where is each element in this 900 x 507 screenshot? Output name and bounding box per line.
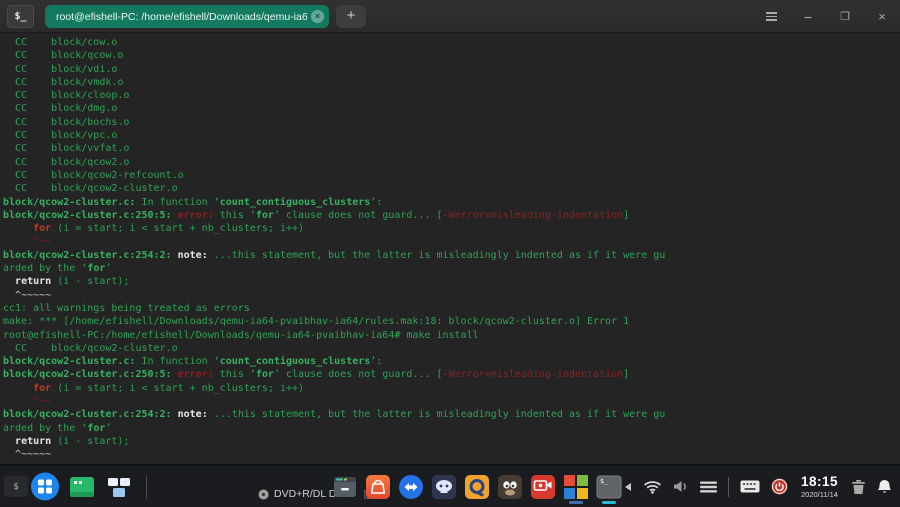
editor-icon[interactable] — [462, 470, 492, 504]
clock[interactable]: 18:15 2020/11/14 — [801, 475, 838, 498]
clock-date: 2020/11/14 — [801, 491, 838, 499]
terminal-line: make: *** [/home/efishell/Downloads/qemu… — [3, 315, 900, 328]
tray-separator — [728, 477, 729, 497]
file-manager-icon[interactable] — [330, 470, 360, 504]
maximize-icon[interactable]: ❐ — [837, 10, 853, 23]
terminal-line: ^~~~~~ — [3, 289, 900, 302]
terminal-line: block/qcow2-cluster.c:254:2: note: ...th… — [3, 408, 900, 421]
terminal-line: for (i = start; i < start + nb_clusters;… — [3, 382, 900, 395]
terminal-line: ^~~ — [3, 395, 900, 408]
power-indicator-icon[interactable] — [771, 478, 788, 495]
system-monitor-icon[interactable] — [67, 470, 97, 504]
dock-left-group — [30, 466, 152, 507]
terminal-line: CC block/qcow.o — [3, 49, 900, 62]
terminal-line: cc1: all warnings being treated as error… — [3, 302, 900, 315]
dock-app-group: $_ — [330, 466, 624, 507]
terminal-line: CC block/qcow2-cluster.o — [3, 342, 900, 355]
terminal-line: CC block/qcow2.o — [3, 156, 900, 169]
terminal-line: CC block/bochs.o — [3, 116, 900, 129]
terminal-line: for (i = start; i < start + nb_clusters;… — [3, 222, 900, 235]
terminal-line: CC block/vpc.o — [3, 129, 900, 142]
tab-title: root@efishell-PC: /home/efishell/Downloa… — [56, 11, 307, 23]
svg-text:$_: $_ — [600, 477, 608, 485]
input-method-icon[interactable] — [700, 481, 717, 493]
dock: $ DVD+R/DL Drive $_ 18:152020/11/14 — [0, 466, 900, 507]
terminal-icon[interactable]: $_ — [594, 470, 624, 504]
running-indicator — [602, 501, 616, 504]
wifi-icon[interactable] — [643, 480, 662, 494]
collapse-tray-icon[interactable] — [624, 482, 632, 492]
volume-icon[interactable] — [673, 480, 689, 493]
terminal-line: CC block/vdi.o — [3, 63, 900, 76]
terminal-line: block/qcow2-cluster.c:250:5: error: this… — [3, 209, 900, 222]
launcher-icon[interactable] — [30, 470, 60, 504]
new-tab-button[interactable]: + — [336, 5, 366, 28]
keyboard-layout-icon[interactable] — [740, 480, 760, 493]
terminal-line: block/qcow2-cluster.c: In function ‘coun… — [3, 196, 900, 209]
multitasking-view-icon[interactable] — [104, 470, 134, 504]
minimize-icon[interactable]: − — [800, 9, 816, 25]
gimp-icon[interactable] — [495, 470, 525, 504]
chat-icon[interactable] — [429, 470, 459, 504]
menu-icon[interactable] — [763, 10, 779, 23]
terminal-line: CC block/dmg.o — [3, 102, 900, 115]
trash-icon[interactable] — [851, 479, 866, 495]
terminal-line: ^~~~~~ — [3, 448, 900, 461]
desktop-terminal-shortcut[interactable]: $ — [4, 476, 28, 497]
terminal-line: CC block/vmdk.o — [3, 76, 900, 89]
tab-close-icon[interactable]: × — [311, 10, 324, 23]
clock-time: 18:15 — [801, 475, 838, 489]
terminal-window: $_ root@efishell-PC: /home/efishell/Down… — [0, 0, 900, 464]
terminal-line: CC block/vvfat.o — [3, 142, 900, 155]
screen-recorder-icon[interactable] — [528, 470, 558, 504]
terminal-line: block/qcow2-cluster.c:250:5: error: this… — [3, 368, 900, 381]
terminal-line: block/qcow2-cluster.c: In function ‘coun… — [3, 355, 900, 368]
app-store-icon[interactable] — [363, 470, 393, 504]
system-tray: 18:15 2020/11/14 — [624, 466, 892, 507]
active-tab[interactable]: root@efishell-PC: /home/efishell/Downloa… — [45, 5, 329, 28]
close-icon[interactable]: × — [874, 9, 890, 24]
teamviewer-icon[interactable] — [396, 470, 426, 504]
terminal-line: CC block/cloop.o — [3, 89, 900, 102]
window-controls: − ❐ × — [763, 0, 890, 33]
dvd-disc-icon — [258, 489, 269, 500]
terminal-line: ^~~ — [3, 235, 900, 248]
terminal-tabbar: $_ root@efishell-PC: /home/efishell/Down… — [0, 0, 900, 33]
terminal-output[interactable]: CC block/cow.o CC block/qcow.o CC block/… — [0, 34, 900, 464]
notification-bell-icon[interactable] — [877, 479, 892, 495]
terminal-line: arded by the ‘for’ — [3, 422, 900, 435]
running-indicator — [569, 501, 583, 504]
terminal-line: block/qcow2-cluster.c:254:2: note: ...th… — [3, 249, 900, 262]
microsoft-app-icon[interactable] — [561, 470, 591, 504]
terminal-line: arded by the ‘for’ — [3, 262, 900, 275]
terminal-line: root@efishell-PC:/home/efishell/Download… — [3, 329, 900, 342]
terminal-line: return (i - start); — [3, 275, 900, 288]
terminal-app-icon: $_ — [7, 5, 34, 28]
terminal-line: CC block/cow.o — [3, 36, 900, 49]
terminal-line: return (i - start); — [3, 435, 900, 448]
dock-separator — [146, 475, 147, 499]
terminal-line: CC block/qcow2-cluster.o — [3, 182, 900, 195]
terminal-line: CC block/qcow2-refcount.o — [3, 169, 900, 182]
